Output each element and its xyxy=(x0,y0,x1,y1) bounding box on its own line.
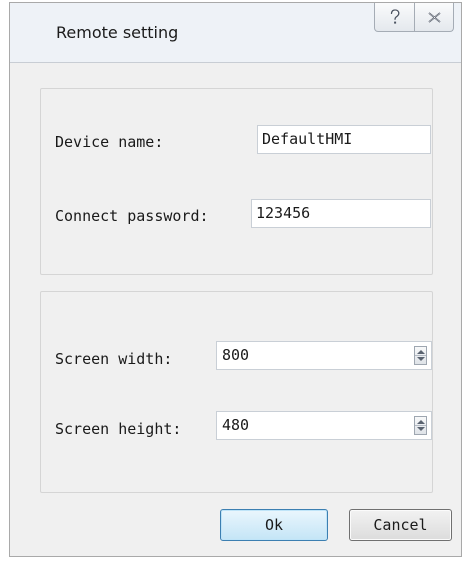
spin-down-arrow-icon[interactable] xyxy=(417,357,425,361)
screen-height-spinbox[interactable]: 480 xyxy=(216,411,432,440)
close-x-icon xyxy=(427,11,441,23)
remote-setting-dialog: Remote setting Device name: DefaultHMI C… xyxy=(9,2,462,557)
spin-up-arrow-icon[interactable] xyxy=(417,350,425,354)
spin-down-arrow-icon[interactable] xyxy=(417,427,425,431)
screen-groupbox: Screen width: 800 Screen height: 480 xyxy=(40,291,433,493)
screen-width-spin-buttons[interactable] xyxy=(414,346,427,365)
screen-width-value: 800 xyxy=(222,346,250,364)
question-mark-icon xyxy=(390,9,399,24)
connect-password-label: Connect password: xyxy=(55,207,209,225)
window-title: Remote setting xyxy=(56,23,179,42)
screen-width-spinbox[interactable]: 800 xyxy=(216,341,432,370)
title-bar[interactable]: Remote setting xyxy=(10,3,461,63)
screen-height-value: 480 xyxy=(222,416,250,434)
device-name-input[interactable]: DefaultHMI xyxy=(257,125,431,154)
close-button[interactable] xyxy=(414,3,453,31)
screen-height-spin-buttons[interactable] xyxy=(414,416,427,435)
device-name-label: Device name: xyxy=(55,133,164,151)
ok-button[interactable]: Ok xyxy=(220,509,328,541)
cancel-button[interactable]: Cancel xyxy=(349,509,452,541)
help-button[interactable] xyxy=(375,3,414,31)
spin-up-arrow-icon[interactable] xyxy=(417,420,425,424)
device-groupbox: Device name: DefaultHMI Connect password… xyxy=(40,88,433,275)
connect-password-input[interactable]: 123456 xyxy=(251,199,431,228)
title-buttons xyxy=(374,3,454,32)
screen-width-label: Screen width: xyxy=(55,350,173,368)
screen-height-label: Screen height: xyxy=(55,420,182,438)
